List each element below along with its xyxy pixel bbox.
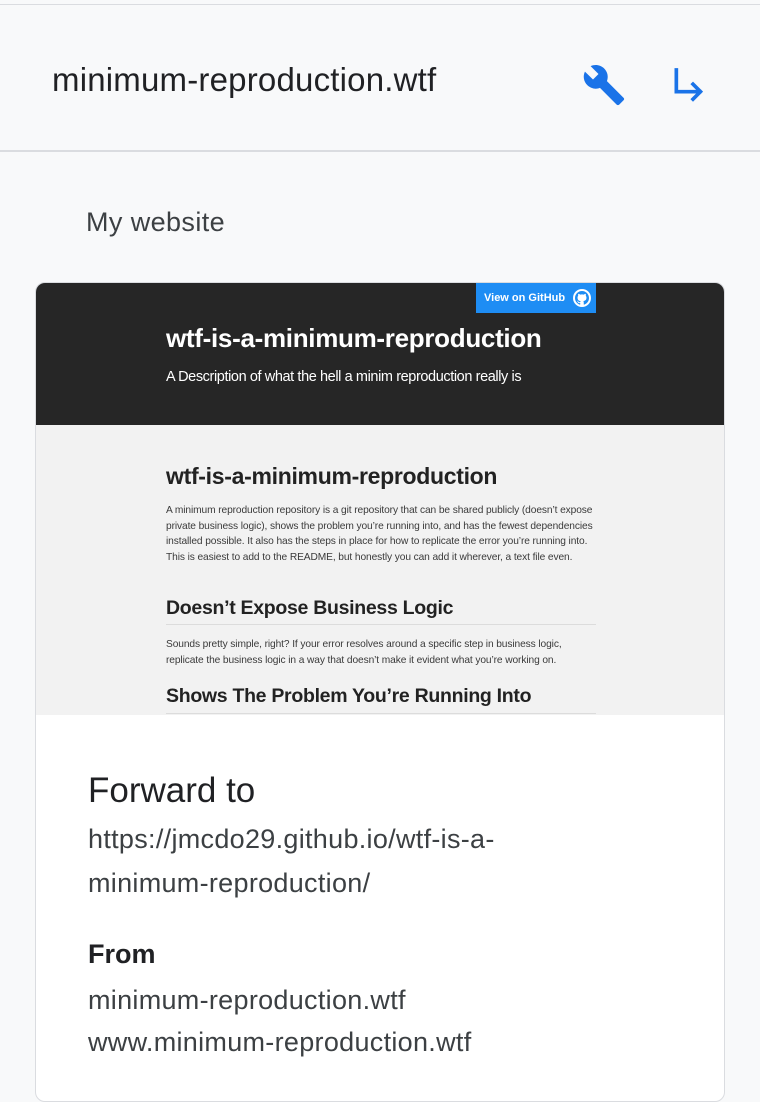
from-domain-item: minimum-reproduction.wtf <box>88 985 406 1015</box>
forward-to-label: Forward to <box>88 771 256 810</box>
forward-button[interactable] <box>664 61 712 109</box>
preview-hero-title: wtf-is-a-minimum-reproduction <box>166 323 542 353</box>
preview-heading-3: Shows The Problem You’re Running Into <box>166 685 532 707</box>
preview-divider <box>166 713 596 714</box>
domain-title: minimum-reproduction.wtf <box>52 61 437 98</box>
website-preview[interactable]: View on GitHub wtf-is-a-minimum-reproduc… <box>36 283 724 715</box>
from-domain-list: minimum-reproduction.wtf www.minimum-rep… <box>88 979 472 1063</box>
github-button-label: View on GitHub <box>484 292 566 304</box>
github-icon <box>573 289 592 307</box>
preview-heading-2: Doesn’t Expose Business Logic <box>166 597 454 619</box>
preview-paragraph-2: Sounds pretty simple, right? If your err… <box>166 639 562 666</box>
from-label: From <box>88 939 156 969</box>
preview-paragraph-1: A minimum reproduction repository is a g… <box>166 505 593 563</box>
app-header: minimum-reproduction.wtf <box>0 4 760 152</box>
preview-hero: View on GitHub wtf-is-a-minimum-reproduc… <box>36 283 724 425</box>
from-domain-item: www.minimum-reproduction.wtf <box>88 1027 472 1057</box>
forward-url: https://jmcdo29.github.io/wtf-is-a-minim… <box>88 824 495 898</box>
view-on-github-button: View on GitHub <box>476 283 596 313</box>
wrench-icon <box>583 65 625 106</box>
edit-settings-button[interactable] <box>580 61 628 109</box>
section-title: My website <box>86 207 226 237</box>
forward-arrow-icon <box>674 68 704 102</box>
preview-divider <box>166 624 596 625</box>
preview-hero-description: A Description of what the hell a minim r… <box>166 369 522 385</box>
preview-heading-1: wtf-is-a-minimum-reproduction <box>166 463 498 489</box>
website-card: View on GitHub wtf-is-a-minimum-reproduc… <box>35 282 725 1102</box>
